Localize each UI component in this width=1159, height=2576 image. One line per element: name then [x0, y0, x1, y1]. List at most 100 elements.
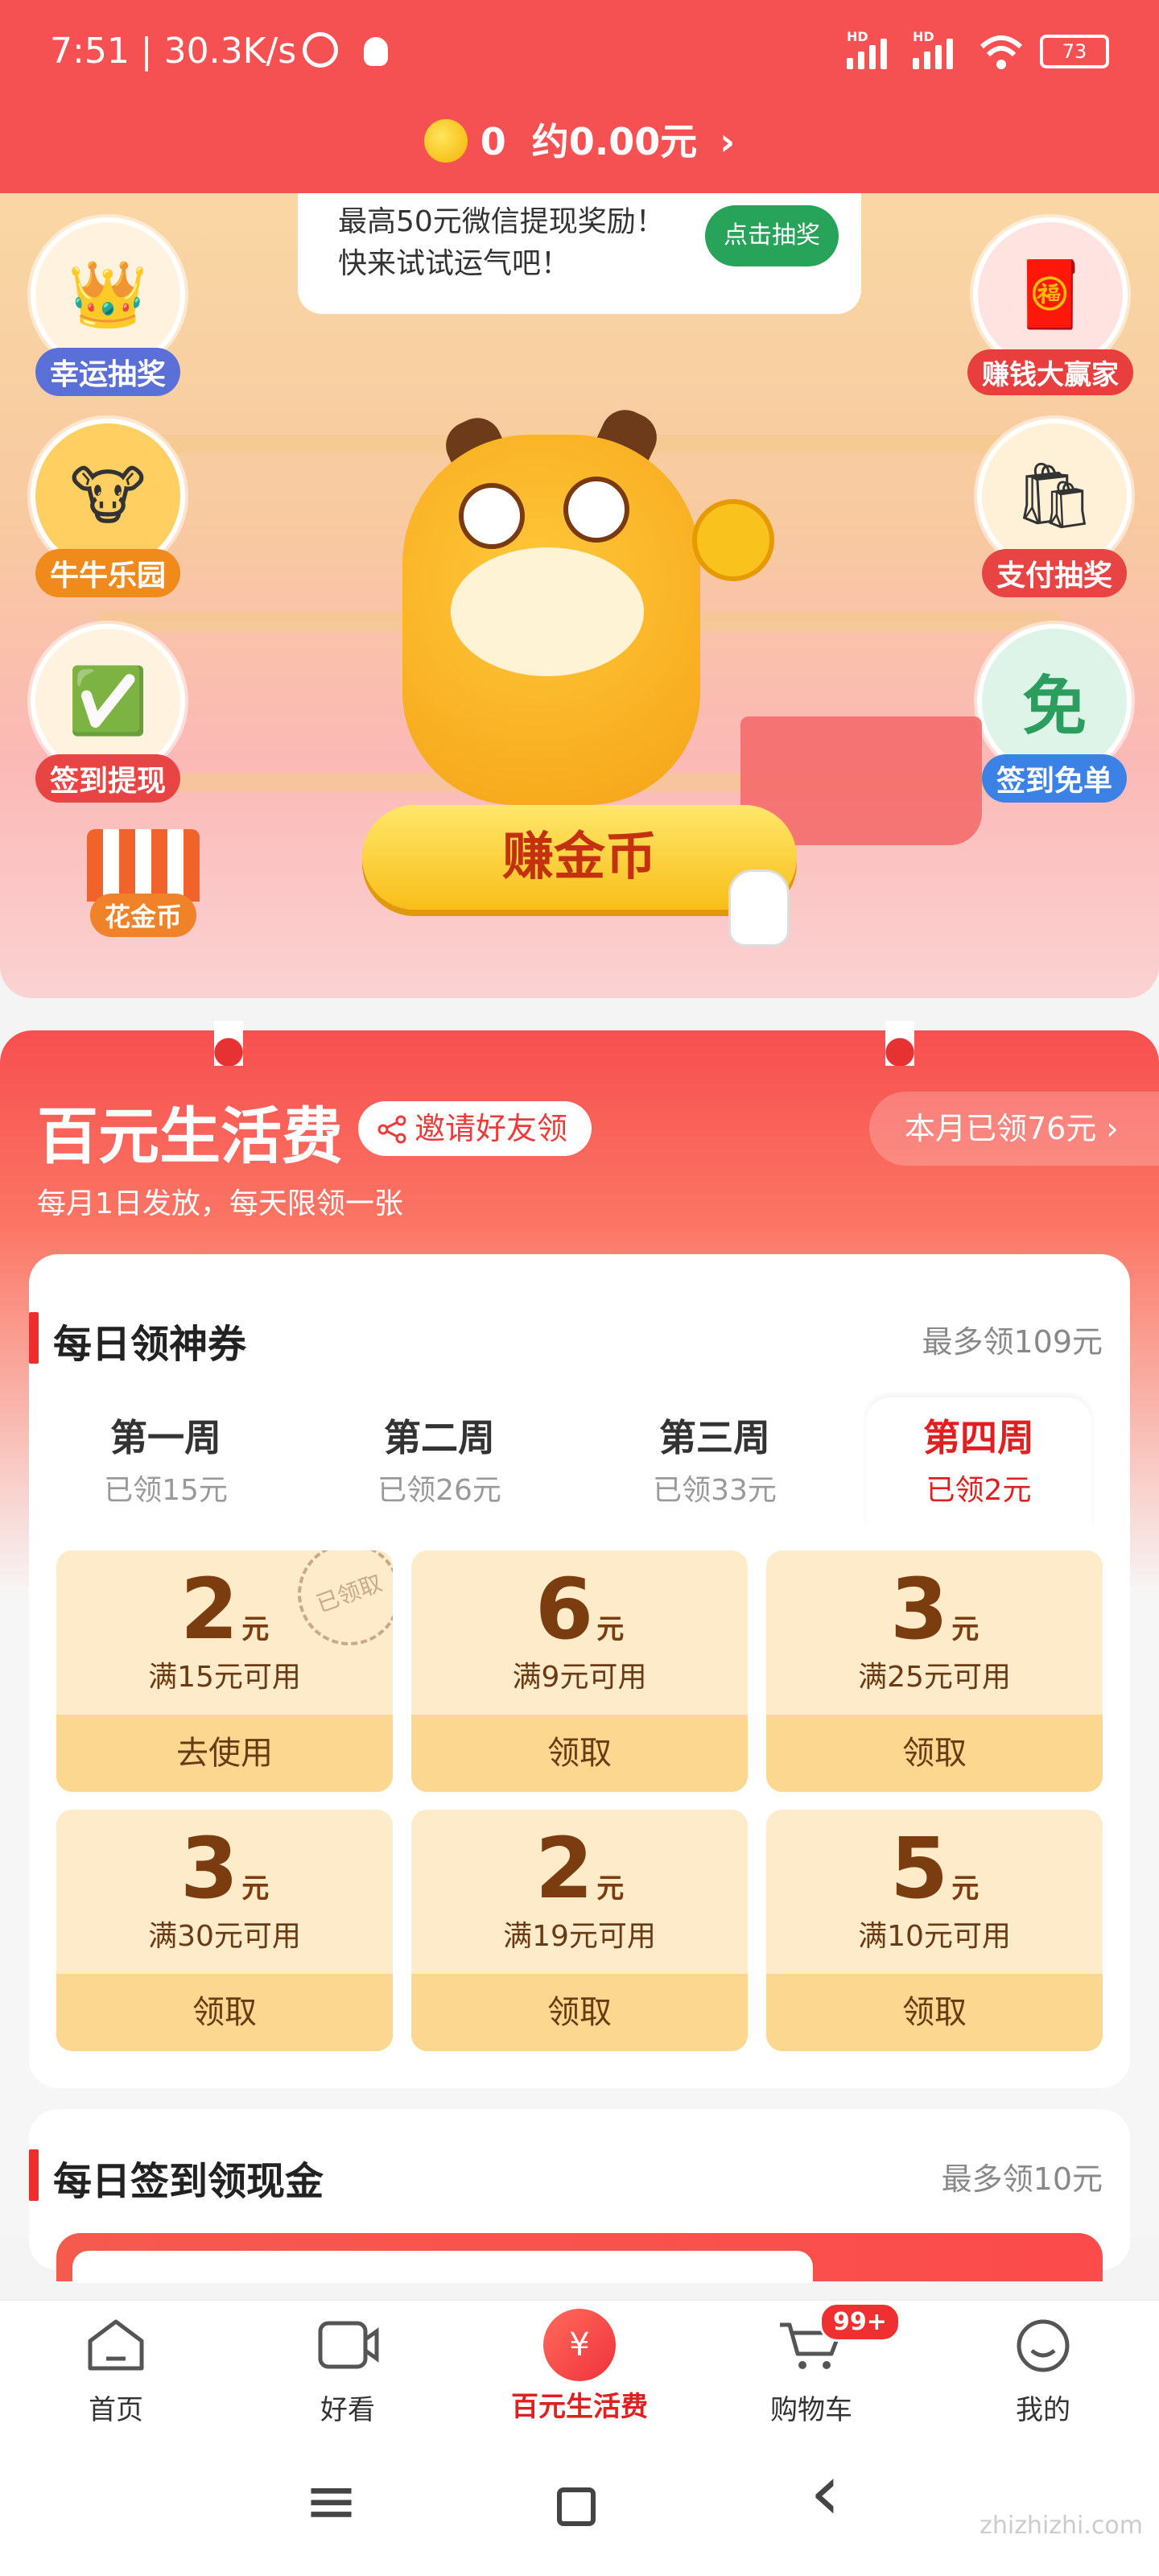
coupon-card[interactable]: 5元 满10元可用 领取 — [766, 1810, 1103, 2051]
coupon-condition: 满9元可用 — [512, 1661, 647, 1694]
signal-icon: HD — [913, 29, 963, 69]
section-marker — [29, 1312, 39, 1364]
feature-label: 花金币 — [89, 894, 196, 937]
back-icon[interactable]: ‹ — [810, 2447, 840, 2537]
life-title: 百元生活费 — [37, 1100, 343, 1172]
draw-lottery-button[interactable]: 点击抽奖 — [705, 205, 839, 266]
tab-week-3[interactable]: 第三周 已领33元 — [602, 1409, 827, 1521]
feature-label: 牛牛乐园 — [35, 549, 180, 597]
feature-label: 赚钱大赢家 — [967, 349, 1133, 395]
feature-spend-coins[interactable]: 花金币 — [63, 829, 224, 937]
bottom-nav: 首页 好看 ¥ 百元生活费 购物车 我的 — [0, 2299, 1159, 2438]
claim-coupon-button[interactable]: 领取 — [766, 1974, 1103, 2051]
week-received: 已领2元 — [926, 1474, 1032, 1507]
nav-home[interactable]: 首页 — [0, 2301, 232, 2438]
shop-icon — [87, 829, 200, 902]
coupon-card[interactable]: 3元 满25元可用 领取 — [766, 1550, 1103, 1792]
coupon-unit: 元 — [951, 1613, 980, 1645]
coupon-unit: 元 — [951, 1872, 980, 1905]
share-icon — [377, 1115, 406, 1144]
coin-value: 约0.00元 — [531, 120, 698, 163]
home-square-icon[interactable] — [557, 2487, 596, 2526]
feature-pay-lottery[interactable]: 🛍 支付抽奖 — [974, 419, 1135, 597]
mascot-eye — [563, 477, 629, 543]
coupon-amount: 6 — [534, 1560, 594, 1658]
pin-icon — [885, 1021, 914, 1066]
tab-week-4[interactable]: 第四周 已领2元 — [866, 1397, 1091, 1526]
week-name: 第二周 — [384, 1416, 495, 1459]
life-subtitle: 每月1日发放，每天限领一张 — [37, 1187, 403, 1220]
feature-label: 签到提现 — [35, 754, 180, 803]
feature-lucky-draw[interactable]: 👑 幸运抽奖 — [27, 217, 188, 396]
week-received: 已领26元 — [377, 1474, 501, 1507]
coupon-condition: 满30元可用 — [148, 1920, 301, 1953]
tab-week-2[interactable]: 第二周 已领26元 — [327, 1409, 552, 1521]
watermark: zhizhizhi.com — [980, 2512, 1143, 2540]
month-received-button[interactable]: 本月已领76元 › — [869, 1092, 1159, 1166]
coupon-card[interactable]: 3元 满30元可用 领取 — [56, 1810, 393, 2051]
battery-icon: 73 — [1040, 35, 1109, 68]
nav-life-allowance[interactable]: ¥ 百元生活费 — [464, 2301, 695, 2438]
bubble-text: 最高50元微信提现奖励！ 快来试试运气吧！ — [338, 201, 665, 285]
home-icon — [88, 2319, 144, 2371]
section-title: 每日领神券 — [53, 1322, 247, 1367]
claim-coupon-button[interactable]: 领取 — [411, 1715, 748, 1792]
section-max: 最多领109元 — [922, 1324, 1103, 1360]
nav-mine[interactable]: 我的 — [927, 2301, 1159, 2438]
mascot-eye — [459, 483, 525, 549]
wifi-icon — [980, 35, 1023, 69]
use-coupon-button[interactable]: 去使用 — [56, 1715, 393, 1792]
coupon-amount: 5 — [889, 1819, 949, 1918]
signal-icon: HD — [847, 29, 897, 69]
coupon-amount: 3 — [889, 1560, 949, 1658]
coupon-unit: 元 — [241, 1613, 270, 1645]
coupon-unit: 元 — [241, 1872, 270, 1905]
nav-label: 好看 — [320, 2394, 375, 2426]
copper-coin-icon — [692, 499, 774, 581]
pin-icon — [214, 1021, 243, 1066]
week-name: 第一周 — [110, 1416, 221, 1459]
coupon-amount: 2 — [534, 1819, 594, 1918]
cart-badge: 99+ — [819, 2302, 901, 2342]
nav-label: 百元生活费 — [511, 2391, 648, 2423]
claim-coupon-button[interactable]: 领取 — [766, 1715, 1103, 1792]
coupon-condition: 满25元可用 — [858, 1661, 1011, 1694]
profile-icon — [1017, 2319, 1070, 2372]
checkin-card-inner — [72, 2251, 813, 2283]
nav-watch[interactable]: 好看 — [232, 2301, 464, 2438]
feature-cow-park[interactable]: 🐮 牛牛乐园 — [27, 419, 188, 597]
status-icons: HD HD 73 — [847, 29, 1109, 71]
week-received: 已领33元 — [653, 1474, 777, 1507]
section-marker — [29, 2149, 39, 2201]
feature-label: 签到免单 — [981, 754, 1127, 803]
chevron-right-icon: › — [720, 120, 736, 163]
week-received: 已领15元 — [104, 1474, 228, 1507]
coin-balance[interactable]: 0 约0.00元 › — [0, 113, 1159, 166]
feature-checkin-free[interactable]: 免 签到免单 — [974, 624, 1135, 803]
nav-label: 我的 — [1016, 2394, 1070, 2426]
qq-icon — [364, 37, 388, 66]
feature-label: 幸运抽奖 — [35, 348, 180, 396]
coin-count: 0 — [480, 120, 506, 163]
section-title: 每日签到领现金 — [53, 2159, 324, 2204]
pointing-hand-icon — [728, 869, 790, 947]
bubble-line-1: 最高50元微信提现奖励！ — [338, 205, 665, 238]
coupon-amount: 2 — [179, 1560, 239, 1658]
coupon-card[interactable]: 6元 满9元可用 领取 — [411, 1550, 748, 1792]
feature-earn-winner[interactable]: 🧧 赚钱大赢家 — [966, 217, 1135, 395]
video-icon — [318, 2321, 379, 2369]
claim-coupon-button[interactable]: 领取 — [411, 1974, 748, 2051]
coupon-condition: 满19元可用 — [503, 1920, 656, 1953]
tab-week-1[interactable]: 第一周 已领15元 — [53, 1409, 278, 1521]
claim-coupon-button[interactable]: 领取 — [56, 1974, 393, 2051]
status-time: 7:51 | 30.3K/s — [50, 31, 297, 72]
coupon-card[interactable]: 2元 满15元可用 去使用 已领取 — [56, 1550, 393, 1792]
feature-checkin-withdraw[interactable]: ✅ 签到提现 — [27, 624, 188, 803]
week-name: 第三周 — [659, 1416, 770, 1459]
coupon-card[interactable]: 2元 满19元可用 领取 — [411, 1810, 748, 2051]
gold-coin-icon — [423, 119, 468, 163]
coupon-unit: 元 — [596, 1872, 625, 1905]
menu-icon[interactable]: ≡ — [304, 2463, 358, 2538]
coupon-condition: 满15元可用 — [148, 1661, 301, 1694]
coupon-condition: 满10元可用 — [858, 1920, 1011, 1953]
